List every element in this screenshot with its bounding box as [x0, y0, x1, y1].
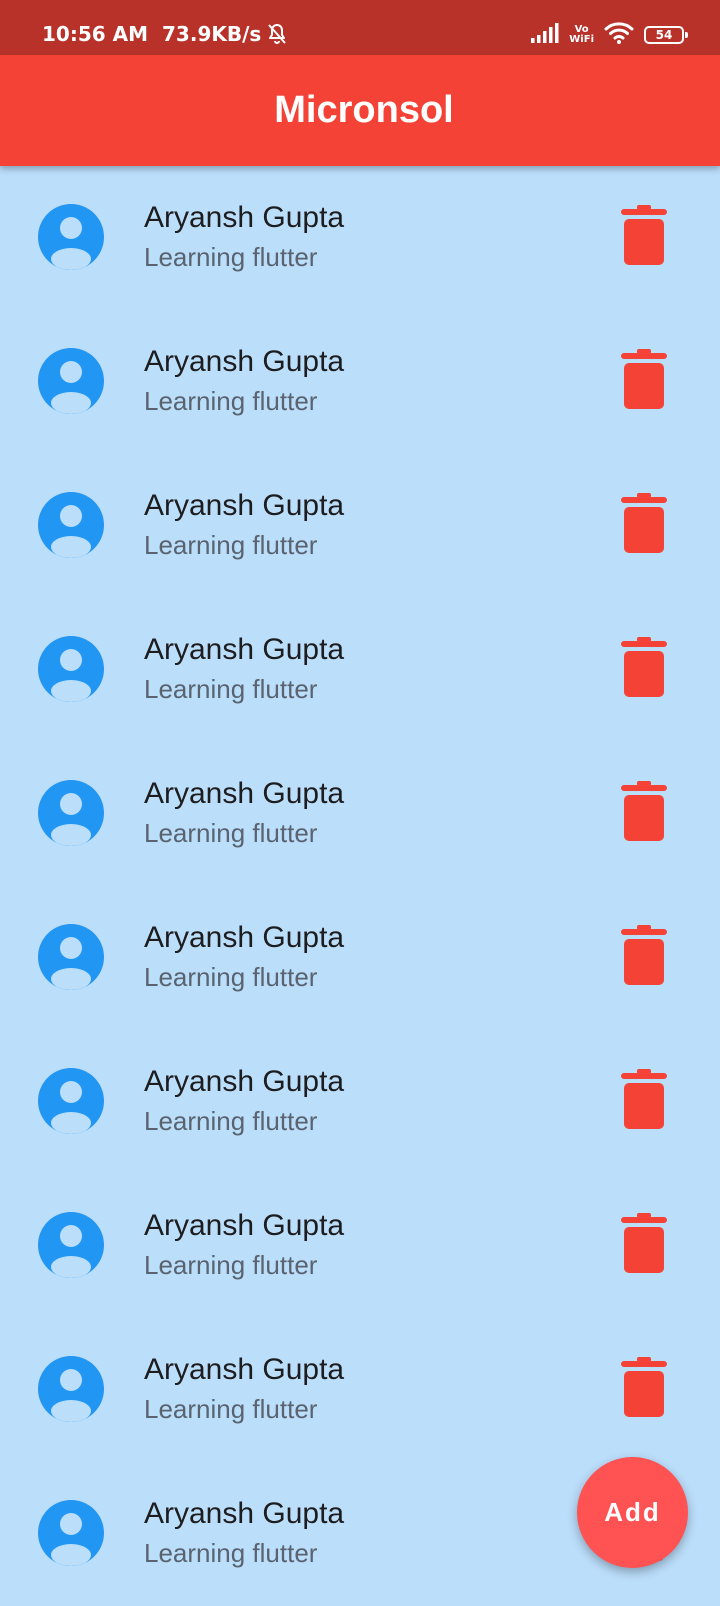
item-subtitle: Learning flutter [144, 1250, 318, 1280]
trash-icon [621, 1068, 667, 1134]
item-text: Aryansh Gupta Learning flutter [144, 920, 344, 994]
status-time: 10:56 AM [42, 22, 149, 46]
trash-icon [621, 636, 667, 702]
app-title: Micronsol [274, 89, 454, 131]
trash-icon [621, 492, 667, 558]
item-title: Aryansh Gupta [144, 345, 345, 378]
vowifi-bottom-label: WiFi [569, 34, 594, 45]
wifi-icon [604, 22, 634, 48]
contact-list: Aryansh Gupta Learning flutter Aryansh G… [0, 166, 720, 1606]
battery-icon: 54 [644, 26, 688, 44]
item-title: Aryansh Gupta [144, 921, 345, 954]
account-circle-icon [38, 1068, 104, 1134]
item-text: Aryansh Gupta Learning flutter [144, 344, 344, 418]
battery-level: 54 [655, 28, 673, 42]
item-text: Aryansh Gupta Learning flutter [144, 1496, 344, 1570]
status-right: Vo WiFi 54 [531, 22, 688, 48]
item-title: Aryansh Gupta [144, 633, 345, 666]
list-item[interactable]: Aryansh Gupta Learning flutter [0, 1174, 720, 1318]
delete-button[interactable] [616, 204, 672, 270]
account-circle-icon [38, 1356, 104, 1422]
trash-icon [621, 1212, 667, 1278]
account-circle-icon [38, 492, 104, 558]
add-button[interactable]: Add [577, 1457, 688, 1568]
item-title: Aryansh Gupta [144, 777, 345, 810]
item-subtitle: Learning flutter [144, 962, 318, 992]
account-circle-icon [38, 1500, 104, 1566]
trash-icon [621, 348, 667, 414]
account-circle-icon [38, 636, 104, 702]
delete-button[interactable] [616, 780, 672, 846]
vowifi-icon: Vo WiFi [569, 25, 594, 45]
list-item[interactable]: Aryansh Gupta Learning flutter [0, 166, 720, 310]
item-text: Aryansh Gupta Learning flutter [144, 776, 344, 850]
list-item[interactable]: Aryansh Gupta Learning flutter [0, 310, 720, 454]
list-item[interactable]: Aryansh Gupta Learning flutter [0, 1030, 720, 1174]
bell-off-icon [265, 22, 289, 46]
account-circle-icon [38, 924, 104, 990]
network-speed: 73.9KB/s [162, 22, 262, 46]
delete-button[interactable] [616, 1356, 672, 1422]
list-item[interactable]: Aryansh Gupta Learning flutter [0, 1318, 720, 1462]
status-left: 10:56 AM 73.9KB/s [42, 22, 289, 46]
account-circle-icon [38, 1212, 104, 1278]
trash-icon [621, 924, 667, 990]
item-title: Aryansh Gupta [144, 1065, 345, 1098]
item-subtitle: Learning flutter [144, 386, 318, 416]
item-text: Aryansh Gupta Learning flutter [144, 1064, 344, 1138]
delete-button[interactable] [616, 492, 672, 558]
trash-icon [621, 780, 667, 846]
item-subtitle: Learning flutter [144, 818, 318, 848]
trash-icon [621, 1356, 667, 1422]
delete-button[interactable] [616, 1212, 672, 1278]
item-subtitle: Learning flutter [144, 1538, 318, 1568]
account-circle-icon [38, 780, 104, 846]
list-item[interactable]: Aryansh Gupta Learning flutter [0, 886, 720, 1030]
item-title: Aryansh Gupta [144, 1497, 345, 1530]
status-bar: 10:56 AM 73.9KB/s Vo WiFi 54 [0, 0, 720, 55]
item-subtitle: Learning flutter [144, 1106, 318, 1136]
add-button-label: Add [604, 1497, 661, 1527]
account-circle-icon [38, 204, 104, 270]
item-title: Aryansh Gupta [144, 489, 345, 522]
item-text: Aryansh Gupta Learning flutter [144, 1352, 344, 1426]
list-item[interactable]: Aryansh Gupta Learning flutter [0, 598, 720, 742]
item-subtitle: Learning flutter [144, 674, 318, 704]
delete-button[interactable] [616, 1068, 672, 1134]
item-subtitle: Learning flutter [144, 530, 318, 560]
item-subtitle: Learning flutter [144, 242, 318, 272]
item-text: Aryansh Gupta Learning flutter [144, 488, 344, 562]
item-text: Aryansh Gupta Learning flutter [144, 200, 344, 274]
item-text: Aryansh Gupta Learning flutter [144, 632, 344, 706]
item-text: Aryansh Gupta Learning flutter [144, 1208, 344, 1282]
item-title: Aryansh Gupta [144, 201, 345, 234]
list-item[interactable]: Aryansh Gupta Learning flutter [0, 454, 720, 598]
account-circle-icon [38, 348, 104, 414]
item-title: Aryansh Gupta [144, 1353, 345, 1386]
delete-button[interactable] [616, 348, 672, 414]
item-subtitle: Learning flutter [144, 1394, 318, 1424]
item-title: Aryansh Gupta [144, 1209, 345, 1242]
signal-icon [531, 23, 559, 47]
trash-icon [621, 204, 667, 270]
delete-button[interactable] [616, 636, 672, 702]
list-item[interactable]: Aryansh Gupta Learning flutter [0, 742, 720, 886]
app-bar: Micronsol [0, 55, 720, 166]
delete-button[interactable] [616, 924, 672, 990]
